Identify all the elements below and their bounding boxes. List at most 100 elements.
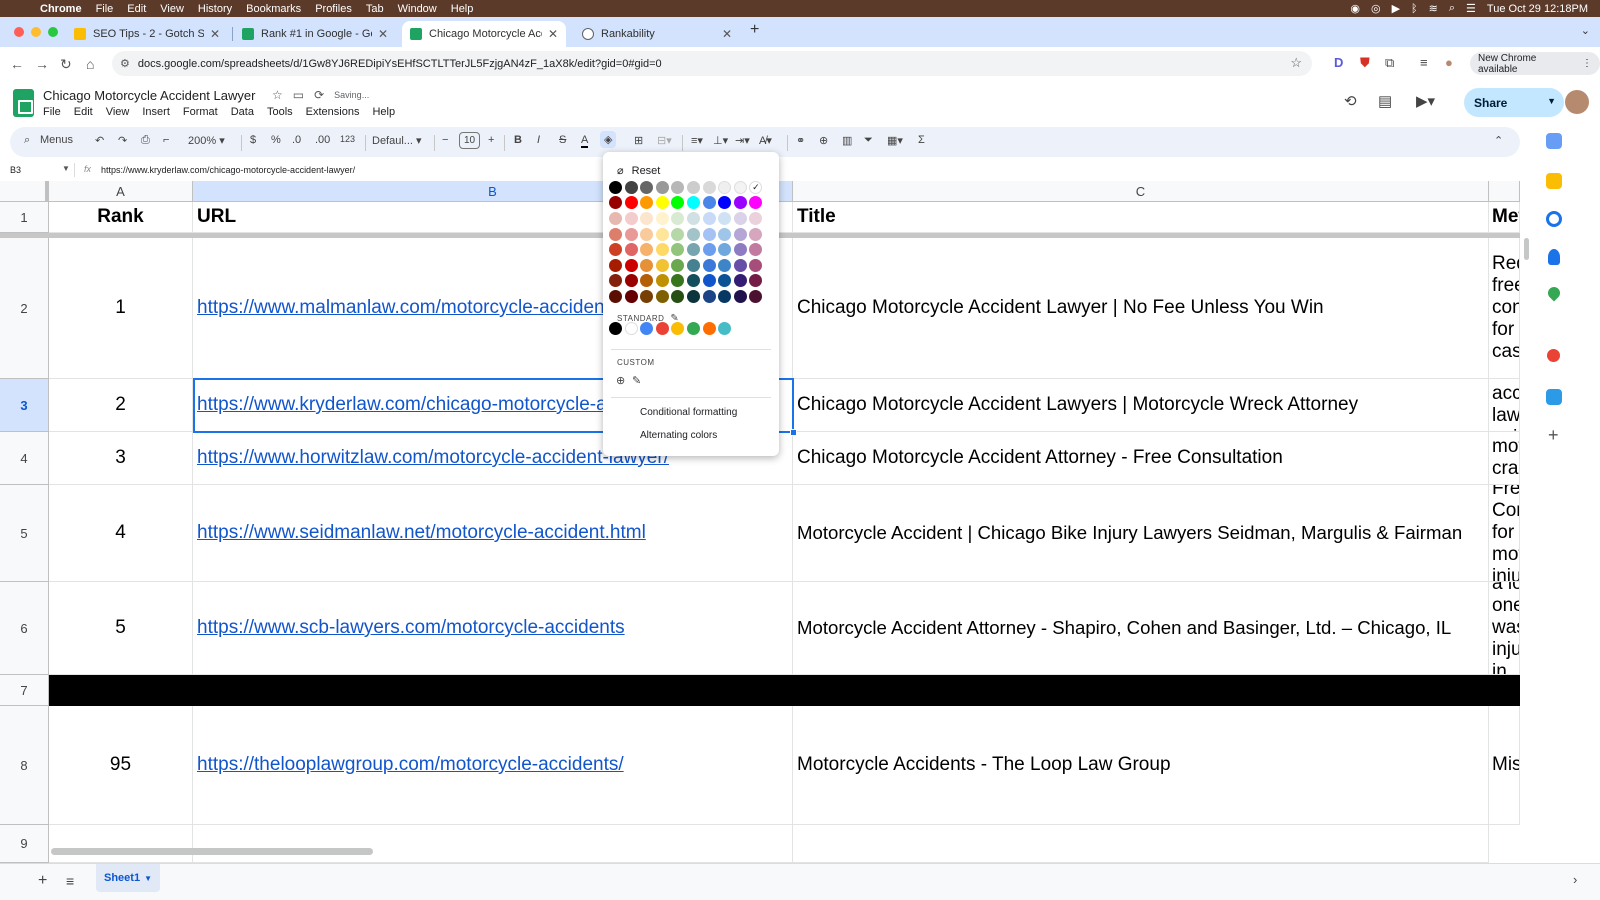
title-cell[interactable]: Chicago Motorcycle Accident Lawyer | No … bbox=[793, 238, 1489, 379]
filter-icon[interactable]: ⏷ bbox=[864, 134, 873, 147]
font-family-select[interactable]: Defaul... ▾ bbox=[372, 134, 422, 147]
shade-swatch[interactable] bbox=[687, 258, 700, 272]
browser-tab-active[interactable]: Chicago Motorcycle Accident ✕ bbox=[402, 21, 566, 47]
bright-swatch[interactable] bbox=[640, 196, 654, 209]
shade-swatch[interactable] bbox=[733, 227, 747, 241]
menu-edit[interactable]: Edit bbox=[127, 3, 146, 15]
shade-swatch[interactable] bbox=[718, 212, 732, 225]
rank-cell[interactable]: 2 bbox=[49, 379, 193, 432]
shade-swatch[interactable] bbox=[671, 243, 685, 257]
url-cell[interactable]: https://www.seidmanlaw.net/motorcycle-ac… bbox=[193, 485, 793, 582]
sheets-menu-extensions[interactable]: Extensions bbox=[306, 106, 360, 118]
meta-cell[interactable]: Our motorcycle accident lawyers guide yo… bbox=[1489, 379, 1520, 432]
grayscale-swatch[interactable] bbox=[640, 181, 654, 194]
close-window-button[interactable] bbox=[14, 27, 24, 37]
shade-swatch[interactable] bbox=[733, 274, 747, 288]
shade-swatch[interactable] bbox=[655, 212, 669, 225]
url-cell[interactable]: https://thelooplawgroup.com/motorcycle-a… bbox=[193, 706, 793, 825]
menu-bar-clock[interactable]: Tue Oct 29 12:18PM bbox=[1487, 3, 1588, 15]
document-title[interactable]: Chicago Motorcycle Accident Lawyer bbox=[43, 88, 255, 103]
bright-swatch[interactable] bbox=[687, 196, 700, 209]
app-menu-chrome[interactable]: Chrome bbox=[40, 3, 82, 15]
menu-view[interactable]: View bbox=[160, 3, 184, 15]
grayscale-swatch[interactable]: ✓ bbox=[749, 181, 763, 194]
grayscale-swatch[interactable] bbox=[624, 181, 638, 194]
title-cell[interactable]: Chicago Motorcycle Accident Lawyers | Mo… bbox=[793, 379, 1489, 432]
rank-cell[interactable]: 4 bbox=[49, 485, 193, 582]
header-cell-rank[interactable]: Rank bbox=[49, 202, 193, 233]
horizontal-align-icon[interactable]: ≡▾ bbox=[691, 134, 703, 147]
menu-profiles[interactable]: Profiles bbox=[315, 3, 352, 15]
home-icon[interactable]: ⌂ bbox=[86, 56, 94, 72]
avatar[interactable] bbox=[1565, 90, 1589, 114]
row-header[interactable]: 8 bbox=[0, 706, 49, 825]
shade-swatch[interactable] bbox=[749, 227, 763, 241]
shade-swatch[interactable] bbox=[655, 227, 669, 241]
media-controls-icon[interactable]: ≡ bbox=[1420, 55, 1428, 70]
reload-icon[interactable]: ↻ bbox=[60, 56, 72, 73]
shade-swatch[interactable] bbox=[718, 243, 732, 257]
fill-color-icon[interactable]: ◈ bbox=[600, 131, 617, 148]
tasks-icon[interactable] bbox=[1546, 211, 1562, 227]
cast-icon[interactable]: ◎ bbox=[1371, 2, 1381, 15]
play-icon[interactable]: ▶ bbox=[1392, 2, 1400, 15]
shade-swatch[interactable] bbox=[655, 274, 669, 288]
menus-search-icon[interactable]: ⌕ bbox=[24, 134, 30, 147]
zoom-window-button[interactable] bbox=[48, 27, 58, 37]
shade-swatch[interactable] bbox=[640, 227, 654, 241]
shade-swatch[interactable] bbox=[655, 290, 669, 303]
sheet-tab-active[interactable]: Sheet1 ▼ bbox=[96, 864, 160, 892]
meta-cell[interactable]: Hurt in a motorcycle crash? We can help. bbox=[1489, 432, 1520, 485]
bright-swatch[interactable] bbox=[702, 196, 716, 209]
tab-search-chevron-icon[interactable]: ⌄ bbox=[1581, 24, 1590, 37]
shade-swatch[interactable] bbox=[687, 243, 700, 257]
alternating-colors-option[interactable]: Alternating colors bbox=[640, 430, 717, 441]
standard-swatch[interactable] bbox=[609, 322, 622, 335]
share-button[interactable]: Share ▼ bbox=[1464, 88, 1564, 117]
percent-format-button[interactable]: % bbox=[271, 134, 281, 146]
menu-history[interactable]: History bbox=[198, 3, 232, 15]
minimize-window-button[interactable] bbox=[31, 27, 41, 37]
name-box-dropdown-icon[interactable]: ▼ bbox=[62, 164, 70, 173]
shade-swatch[interactable] bbox=[671, 258, 685, 272]
title-cell[interactable]: Motorcycle Accidents - The Loop Law Grou… bbox=[793, 706, 1489, 825]
menu-help[interactable]: Help bbox=[451, 3, 474, 15]
new-chrome-available-button[interactable]: New Chrome available ⋮ bbox=[1470, 52, 1600, 75]
standard-swatch[interactable] bbox=[655, 322, 669, 335]
bold-button[interactable]: B bbox=[514, 134, 522, 146]
search-icon[interactable]: ⌕ bbox=[1449, 2, 1455, 15]
record-icon[interactable]: ◉ bbox=[1350, 2, 1360, 15]
shade-swatch[interactable] bbox=[624, 258, 638, 272]
menu-file[interactable]: File bbox=[96, 3, 114, 15]
back-icon[interactable]: ← bbox=[10, 56, 24, 72]
insert-comment-icon[interactable]: ⊕ bbox=[819, 134, 828, 147]
vertical-scrollbar[interactable] bbox=[1524, 238, 1529, 260]
comments-icon[interactable]: ▤ bbox=[1378, 92, 1392, 110]
address-bar[interactable]: ⚙ docs.google.com/spreadsheets/d/1Gw8YJ6… bbox=[112, 51, 1312, 76]
meta-cell[interactable]: If you or a loved one was injured in Chi… bbox=[1489, 582, 1520, 675]
shade-swatch[interactable] bbox=[687, 290, 700, 303]
bluetooth-icon[interactable]: ᛒ bbox=[1411, 3, 1418, 15]
workflows-icon[interactable] bbox=[1547, 349, 1560, 362]
shade-swatch[interactable] bbox=[640, 258, 654, 272]
collapse-toolbar-icon[interactable]: ⌃ bbox=[1494, 134, 1503, 147]
decrease-font-size-icon[interactable]: − bbox=[442, 134, 448, 146]
shade-swatch[interactable] bbox=[687, 212, 700, 225]
paint-format-icon[interactable]: ⌐ bbox=[163, 134, 169, 146]
strikethrough-button[interactable]: S bbox=[559, 134, 566, 146]
horizontal-scrollbar[interactable] bbox=[51, 848, 373, 855]
shade-swatch[interactable] bbox=[718, 290, 732, 303]
merge-cells-icon[interactable]: ⊟▾ bbox=[657, 134, 672, 147]
shade-swatch[interactable] bbox=[609, 212, 622, 225]
shade-swatch[interactable] bbox=[702, 274, 716, 288]
close-tab-icon[interactable]: ✕ bbox=[210, 27, 220, 41]
menus-search-label[interactable]: Menus bbox=[40, 134, 73, 146]
zoom-select[interactable]: 200% ▾ bbox=[188, 134, 225, 147]
calendar-icon[interactable] bbox=[1546, 133, 1562, 149]
shade-swatch[interactable] bbox=[624, 290, 638, 303]
sheets-menu-view[interactable]: View bbox=[106, 106, 130, 118]
currency-format-button[interactable]: $ bbox=[250, 134, 256, 146]
standard-swatch[interactable] bbox=[687, 322, 700, 335]
shade-swatch[interactable] bbox=[624, 243, 638, 257]
shade-swatch[interactable] bbox=[733, 243, 747, 257]
